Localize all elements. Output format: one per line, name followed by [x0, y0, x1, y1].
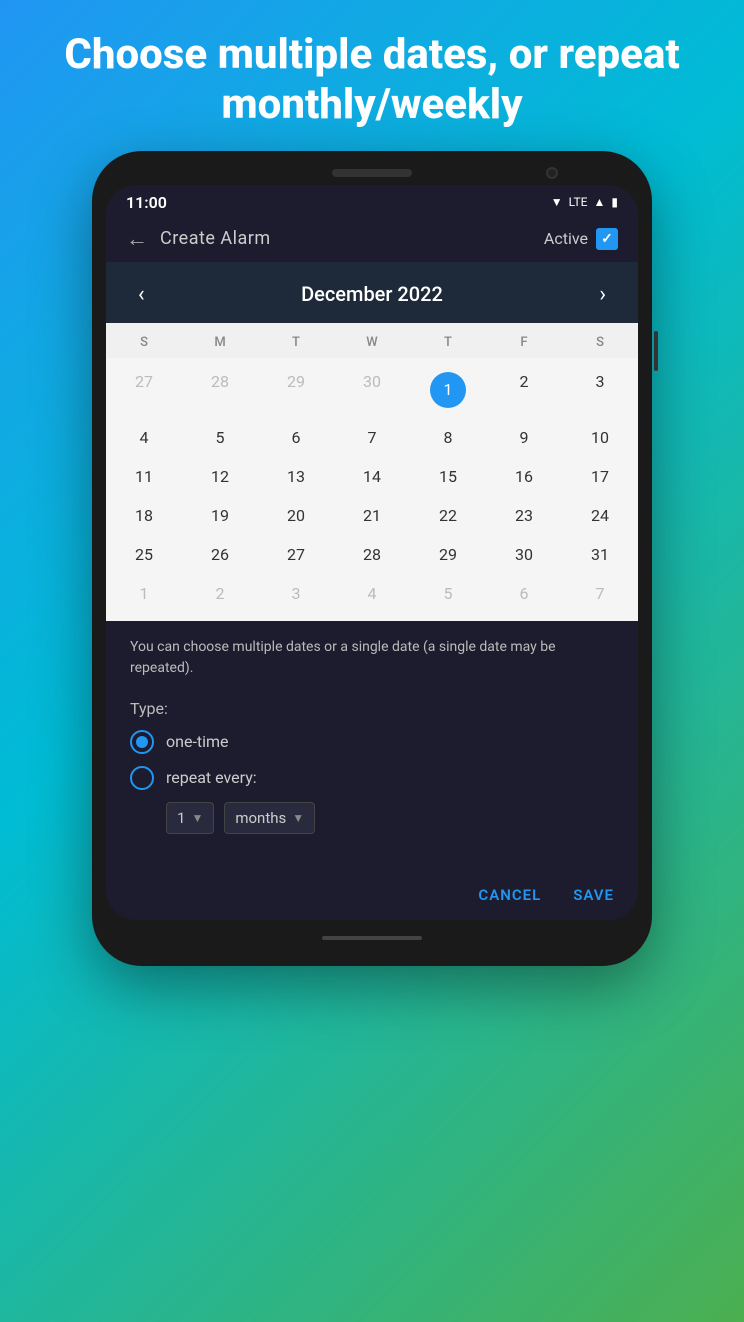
table-row[interactable]: 14 — [334, 457, 410, 496]
cancel-button[interactable]: CANCEL — [474, 880, 545, 910]
calendar-month-year: December 2022 — [301, 282, 443, 306]
calendar-days: 27 28 29 30 1 2 3 4 5 6 7 8 9 10 11 12 1… — [106, 358, 638, 621]
table-row[interactable]: 24 — [562, 496, 638, 535]
table-row[interactable]: 27 — [106, 362, 182, 418]
table-row[interactable]: 28 — [334, 535, 410, 574]
radio-button-repeat[interactable] — [130, 766, 154, 790]
radio-label-one-time: one-time — [166, 732, 229, 751]
table-row[interactable]: 9 — [486, 418, 562, 457]
home-bar — [322, 936, 422, 940]
battery-icon: ▮ — [611, 195, 618, 209]
wifi-icon: ▼ — [551, 195, 563, 209]
front-camera — [546, 167, 558, 179]
table-row[interactable]: 2 — [182, 574, 258, 613]
table-row[interactable]: 6 — [258, 418, 334, 457]
radio-option-repeat[interactable]: repeat every: — [130, 766, 614, 790]
hero-title: Choose multiple dates, or repeat monthly… — [0, 0, 744, 151]
type-section: Type: one-time repeat every: 1 ▼ — [130, 699, 614, 834]
table-row[interactable]: 5 — [182, 418, 258, 457]
phone-top-bar — [106, 169, 638, 177]
repeat-row: 1 ▼ months ▼ — [166, 802, 614, 834]
repeat-value-dropdown[interactable]: 1 ▼ — [166, 802, 214, 834]
table-row[interactable]: 31 — [562, 535, 638, 574]
active-area: Active ✓ — [544, 228, 618, 250]
volume-button — [654, 331, 658, 371]
chevron-down-icon-2: ▼ — [292, 811, 304, 825]
weekday-fri: F — [486, 331, 562, 354]
type-label: Type: — [130, 699, 614, 718]
table-row[interactable]: 8 — [410, 418, 486, 457]
radio-option-one-time[interactable]: one-time — [130, 730, 614, 754]
radio-button-one-time[interactable] — [130, 730, 154, 754]
weekday-sun: S — [106, 331, 182, 354]
description-text: You can choose multiple dates or a singl… — [130, 637, 614, 679]
table-row[interactable]: 23 — [486, 496, 562, 535]
table-row[interactable]: 11 — [106, 457, 182, 496]
status-bar: 11:00 ▼ LTE ▲ ▮ — [106, 185, 638, 216]
status-time: 11:00 — [126, 193, 167, 212]
table-row[interactable]: 30 — [334, 362, 410, 418]
table-row[interactable]: 25 — [106, 535, 182, 574]
weekday-thu: T — [410, 331, 486, 354]
next-month-button[interactable]: › — [591, 278, 614, 311]
table-row[interactable]: 22 — [410, 496, 486, 535]
calendar-weekdays: S M T W T F S — [106, 323, 638, 358]
table-row[interactable]: 21 — [334, 496, 410, 535]
weekday-mon: M — [182, 331, 258, 354]
lte-icon: LTE — [569, 195, 588, 209]
table-row[interactable]: 3 — [562, 362, 638, 418]
table-row[interactable]: 16 — [486, 457, 562, 496]
repeat-unit-dropdown[interactable]: months ▼ — [224, 802, 315, 834]
table-row[interactable]: 26 — [182, 535, 258, 574]
table-row[interactable]: 4 — [334, 574, 410, 613]
calendar: ‹ December 2022 › S M T W T F S 27 28 29… — [106, 262, 638, 621]
table-row[interactable]: 27 — [258, 535, 334, 574]
table-row[interactable]: 7 — [334, 418, 410, 457]
repeat-unit: months — [235, 809, 286, 827]
back-button[interactable]: ← — [126, 226, 148, 252]
calendar-header: ‹ December 2022 › — [106, 262, 638, 323]
active-label: Active — [544, 229, 588, 248]
app-bar-title: Create Alarm — [160, 228, 271, 249]
prev-month-button[interactable]: ‹ — [130, 278, 153, 311]
app-bar-left: ← Create Alarm — [126, 226, 271, 252]
app-bar: ← Create Alarm Active ✓ — [106, 216, 638, 262]
table-row[interactable]: 29 — [410, 535, 486, 574]
table-row[interactable]: 30 — [486, 535, 562, 574]
phone-screen: 11:00 ▼ LTE ▲ ▮ ← Create Alarm Active ✓ — [106, 185, 638, 920]
phone-speaker — [332, 169, 412, 177]
table-row[interactable]: 20 — [258, 496, 334, 535]
table-row[interactable]: 10 — [562, 418, 638, 457]
table-row[interactable]: 28 — [182, 362, 258, 418]
table-row[interactable]: 19 — [182, 496, 258, 535]
table-row[interactable]: 4 — [106, 418, 182, 457]
phone-mockup: 11:00 ▼ LTE ▲ ▮ ← Create Alarm Active ✓ — [92, 151, 652, 966]
table-row[interactable]: 2 — [486, 362, 562, 418]
table-row[interactable]: 6 — [486, 574, 562, 613]
radio-label-repeat: repeat every: — [166, 768, 257, 787]
table-row[interactable]: 29 — [258, 362, 334, 418]
table-row[interactable]: 17 — [562, 457, 638, 496]
active-checkbox[interactable]: ✓ — [596, 228, 618, 250]
weekday-tue: T — [258, 331, 334, 354]
chevron-down-icon: ▼ — [191, 811, 203, 825]
table-row[interactable]: 15 — [410, 457, 486, 496]
selected-day[interactable]: 1 — [410, 362, 486, 418]
table-row[interactable]: 5 — [410, 574, 486, 613]
save-button[interactable]: SAVE — [569, 880, 618, 910]
table-row[interactable]: 7 — [562, 574, 638, 613]
phone-bottom — [106, 928, 638, 948]
signal-icon: ▲ — [594, 195, 606, 209]
table-row[interactable]: 3 — [258, 574, 334, 613]
table-row[interactable]: 12 — [182, 457, 258, 496]
table-row[interactable]: 1 — [106, 574, 182, 613]
table-row[interactable]: 13 — [258, 457, 334, 496]
repeat-value: 1 — [177, 809, 185, 827]
bottom-content: You can choose multiple dates or a singl… — [106, 621, 638, 866]
weekday-sat: S — [562, 331, 638, 354]
weekday-wed: W — [334, 331, 410, 354]
action-buttons: CANCEL SAVE — [106, 866, 638, 920]
table-row[interactable]: 18 — [106, 496, 182, 535]
status-icons: ▼ LTE ▲ ▮ — [551, 195, 618, 209]
